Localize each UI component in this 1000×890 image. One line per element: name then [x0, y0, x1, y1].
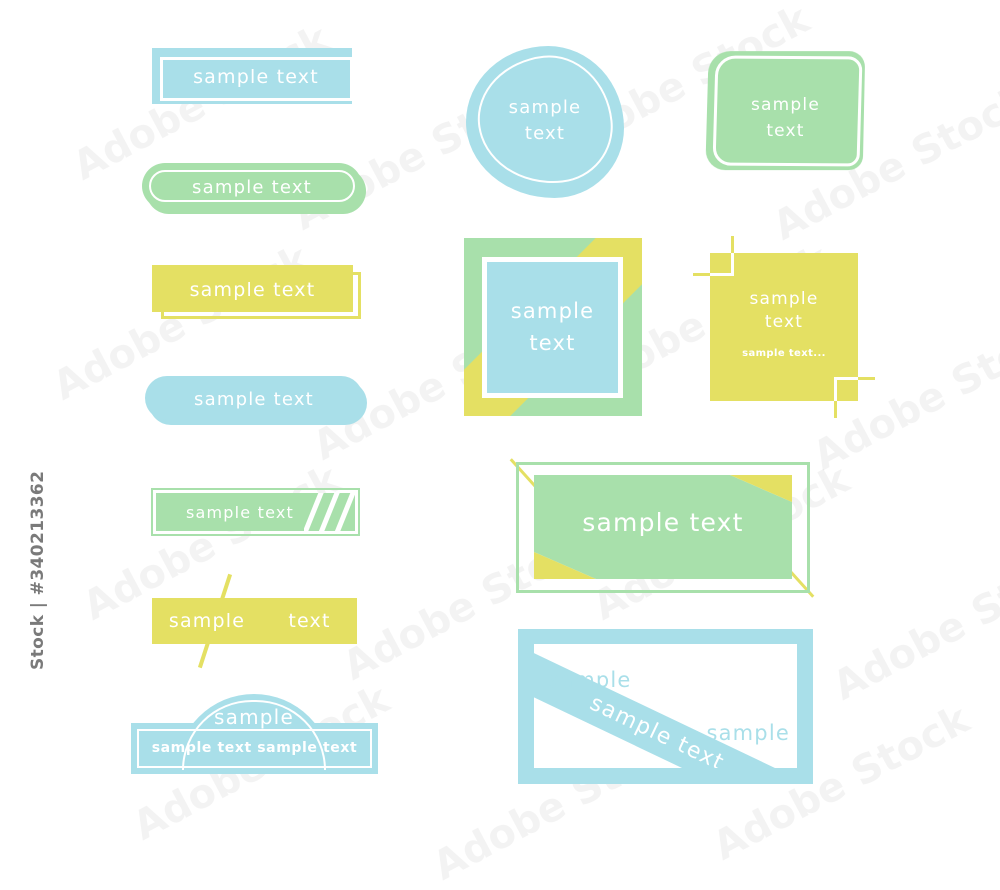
blue-pill-label: sample text [194, 389, 314, 410]
blue-blob-label-line1: sample [508, 97, 582, 118]
green-frame-label: sample text [582, 508, 744, 537]
green-striped-label: sample text [185, 503, 295, 522]
yellow-bar-label: sample text [189, 279, 316, 301]
blue-bar-label: sample text [193, 66, 319, 88]
corner-square-notch-top-left [710, 253, 734, 276]
watermark-tile: Adobe Stock [826, 536, 1000, 709]
dome-bottom-label: sample text sample text [151, 740, 358, 756]
diagonal-frame-interior: sample text [534, 644, 797, 768]
yellow-split-label-left: sample [168, 610, 246, 632]
corner-square-label-line2: text [764, 312, 804, 332]
watermark-side-text: Stock | #340213362 [28, 470, 48, 670]
diagonal-band-label: sample text [585, 690, 729, 768]
dome-top-label: sample [214, 705, 294, 729]
green-pill-label: sample text [192, 177, 312, 198]
yellow-split-label-right: text [288, 610, 331, 632]
corner-square-label-line3: sample text... [742, 348, 826, 359]
layered-square-blue-core [487, 262, 618, 393]
corner-square-notch-bottom-right [834, 377, 858, 401]
corner-square-label-line1: sample [749, 289, 819, 309]
layered-square-label-line1: sample [510, 299, 595, 323]
green-trapezoid-label-line1: sample [750, 95, 820, 115]
green-trapezoid-label-line2: text [766, 121, 805, 141]
blue-blob-label-line2: text [524, 123, 566, 144]
diagonal-frame-label-top: sample [548, 668, 632, 692]
layered-square-label-line2: text [529, 331, 576, 355]
diagonal-frame-label-bottom: sample [706, 721, 790, 745]
artboard: Adobe Stock Adobe Stock Adobe Stock Adob… [0, 0, 1000, 890]
